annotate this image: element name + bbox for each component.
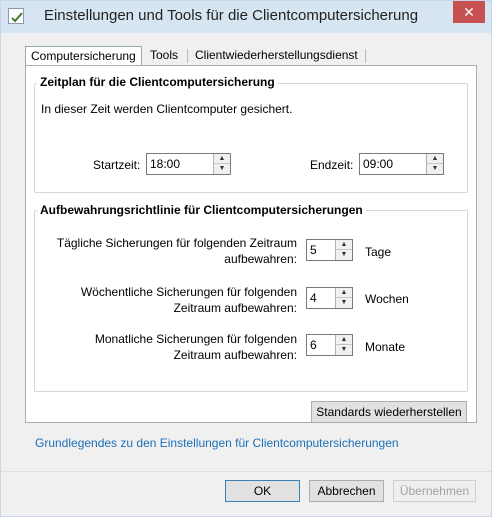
weekly-retention-up-button[interactable]: ▲ — [336, 288, 352, 298]
apply-button[interactable]: Übernehmen — [393, 480, 476, 502]
end-time-spinner: ▲ ▼ — [426, 154, 443, 174]
monthly-retention-down-button[interactable]: ▼ — [336, 345, 352, 355]
tab-separator — [365, 49, 366, 63]
daily-retention-down-button[interactable]: ▼ — [336, 250, 352, 260]
help-link[interactable]: Grundlegendes zu den Einstellungen für C… — [35, 436, 399, 450]
start-time-picker[interactable]: 18:00 ▲ ▼ — [146, 153, 231, 175]
end-time-down-button[interactable]: ▼ — [427, 164, 443, 174]
daily-retention-value: 5 — [310, 243, 317, 257]
title-bar: Einstellungen und Tools für die Clientco… — [1, 1, 491, 33]
monthly-retention-label-line2: Zeitraum aufbewahren: — [173, 348, 297, 362]
monthly-retention-value: 6 — [310, 338, 317, 352]
restore-defaults-button[interactable]: Standards wiederherstellen — [311, 401, 467, 423]
schedule-group — [34, 83, 468, 193]
tab-clientwiederherstellungsdienst[interactable]: Clientwiederherstellungsdienst — [190, 46, 363, 66]
weekly-retention-down-button[interactable]: ▼ — [336, 298, 352, 308]
end-time-picker[interactable]: 09:00 ▲ ▼ — [359, 153, 444, 175]
close-button[interactable]: ✕ — [453, 1, 485, 23]
weekly-retention-value: 4 — [310, 291, 317, 305]
end-time-up-button[interactable]: ▲ — [427, 154, 443, 164]
start-time-label: Startzeit: — [93, 158, 141, 172]
footer-divider — [1, 471, 491, 472]
window-title: Einstellungen und Tools für die Clientco… — [43, 7, 419, 24]
daily-retention-up-button[interactable]: ▲ — [336, 240, 352, 250]
weekly-retention-unit: Wochen — [365, 292, 409, 306]
tab-computersicherung[interactable]: Computersicherung — [25, 46, 142, 67]
retention-group-title: Aufbewahrungsrichtlinie für Clientcomput… — [37, 203, 366, 217]
daily-retention-label-line2: aufbewahren: — [224, 252, 297, 266]
settings-dialog: Einstellungen und Tools für die Clientco… — [0, 0, 492, 517]
monthly-retention-up-button[interactable]: ▲ — [336, 335, 352, 345]
weekly-retention-spinner: ▲ ▼ — [335, 288, 352, 308]
daily-retention-unit: Tage — [365, 245, 392, 259]
daily-retention-stepper[interactable]: 5 ▲ ▼ — [306, 239, 353, 261]
weekly-retention-label-line2: Zeitraum aufbewahren: — [173, 301, 297, 315]
start-time-value: 18:00 — [150, 157, 181, 171]
cancel-button[interactable]: Abbrechen — [309, 480, 384, 502]
monthly-retention-stepper[interactable]: 6 ▲ ▼ — [306, 334, 353, 356]
weekly-retention-stepper[interactable]: 4 ▲ ▼ — [306, 287, 353, 309]
start-time-up-button[interactable]: ▲ — [214, 154, 230, 164]
start-time-down-button[interactable]: ▼ — [214, 164, 230, 174]
schedule-group-title: Zeitplan für die Clientcomputersicherung — [37, 75, 278, 89]
tab-separator — [187, 49, 188, 63]
end-time-label: Endzeit: — [310, 158, 354, 172]
tab-panel-computersicherung: Zeitplan für die Clientcomputersicherung… — [25, 65, 477, 423]
monthly-retention-unit: Monate — [365, 340, 406, 354]
daily-retention-spinner: ▲ ▼ — [335, 240, 352, 260]
end-time-value: 09:00 — [363, 157, 394, 171]
ok-button[interactable]: OK — [225, 480, 300, 502]
daily-retention-label-line1: Tägliche Sicherungen für folgenden Zeitr… — [56, 236, 297, 250]
schedule-description: In dieser Zeit werden Clientcomputer ges… — [41, 102, 293, 116]
monthly-retention-label-line1: Monatliche Sicherungen für folgenden — [94, 332, 297, 346]
monthly-retention-spinner: ▲ ▼ — [335, 335, 352, 355]
start-time-spinner: ▲ ▼ — [213, 154, 230, 174]
weekly-retention-label-line1: Wöchentliche Sicherungen für folgenden — [80, 285, 297, 299]
tab-tools[interactable]: Tools — [145, 46, 183, 66]
